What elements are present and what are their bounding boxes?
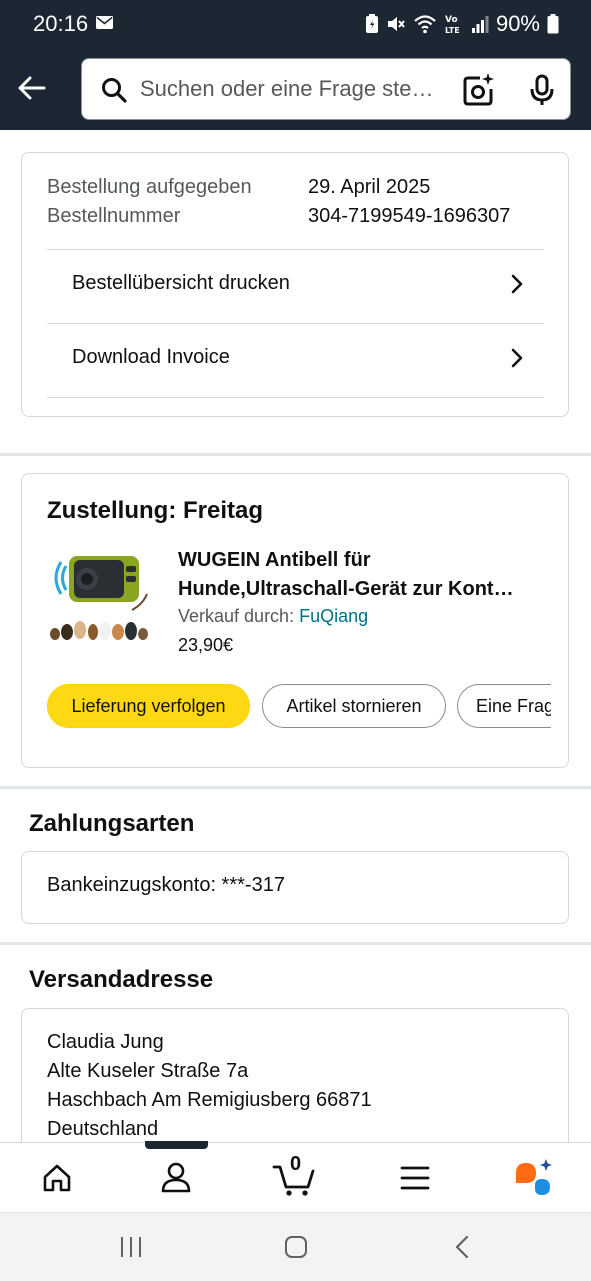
search-bar[interactable] [81,58,571,120]
cart-count: 0 [290,1153,302,1175]
product-title[interactable]: WUGEIN Antibell für Hunde,Ultraschall-Ge… [178,546,514,604]
print-order-summary-label: Bestellübersicht drucken [72,272,290,294]
signal-icon [471,16,489,33]
wifi-icon [414,15,436,34]
recent-apps-icon[interactable] [119,1235,143,1259]
seller-label: Verkauf durch: [178,606,295,626]
search-icon [102,78,127,103]
battery-icon [547,14,559,34]
section-separator [0,453,591,456]
order-number-label: Bestellnummer [47,205,181,227]
order-placed-label: Bestellung aufgegeben [47,176,252,198]
delivery-heading: Zustellung: Freitag [47,497,263,524]
mute-icon [387,17,405,31]
back-arrow-icon[interactable] [16,72,48,104]
ask-question-button[interactable]: Eine Frag [457,684,551,728]
seller-link[interactable]: FuQiang [299,606,368,626]
order-number-value: 304-7199549-1696307 [308,205,511,227]
mail-icon [96,16,113,29]
address-city: Haschbach Am Remigiusberg 66871 [47,1089,372,1111]
product-image[interactable] [47,548,153,648]
payment-method: Bankeinzugskonto: ***-317 [47,874,285,896]
system-navigation-bar [0,1212,591,1281]
bottom-navigation: 0 [0,1142,591,1213]
order-placed-value: 29. April 2025 [308,176,431,198]
section-separator [0,786,591,789]
address-street: Alte Kuseler Straße 7a [47,1060,249,1082]
battery-saver-icon [365,14,378,33]
seller-info: Verkauf durch: FuQiang [178,606,368,627]
payment-heading: Zahlungsarten [29,810,195,837]
track-delivery-button[interactable]: Lieferung verfolgen [47,684,250,728]
home-icon[interactable] [42,1163,72,1193]
active-tab-indicator [145,1141,208,1149]
print-order-summary-link[interactable]: Bestellübersicht drucken [47,250,544,322]
download-invoice-label: Download Invoice [72,346,230,368]
address-country: Deutschland [47,1118,159,1140]
account-icon[interactable] [160,1161,192,1193]
product-title-line-2: Hunde,Ultraschall-Gerät zur Kont… [178,578,514,600]
address-name: Claudia Jung [47,1031,164,1053]
cancel-item-button[interactable]: Artikel stornieren [262,684,446,728]
home-button-icon[interactable] [284,1235,308,1259]
back-button-icon[interactable] [452,1235,472,1259]
action-buttons-row: Lieferung verfolgen Artikel stornieren E… [47,684,551,730]
menu-icon[interactable] [400,1165,430,1191]
status-time: 20:16 [33,11,89,36]
svg-text:Vo: Vo [445,15,458,25]
volte-icon: Vo LTE [445,15,460,35]
product-price: 23,90€ [178,635,234,655]
svg-text:LTE: LTE [445,26,460,35]
search-input[interactable] [140,69,450,109]
rufus-ai-icon[interactable] [513,1159,555,1199]
microphone-icon[interactable] [526,74,558,106]
camera-search-icon[interactable] [460,72,496,108]
battery-percent: 90% [495,11,540,36]
download-invoice-link[interactable]: Download Invoice [47,324,544,396]
chevron-right-icon [511,274,523,294]
status-icons: Vo LTE 90% [365,10,559,38]
divider [47,397,544,398]
section-separator [0,942,591,945]
product-title-line-1: WUGEIN Antibell für [178,549,371,571]
chevron-right-icon [511,348,523,368]
shipping-heading: Versandadresse [29,966,214,993]
